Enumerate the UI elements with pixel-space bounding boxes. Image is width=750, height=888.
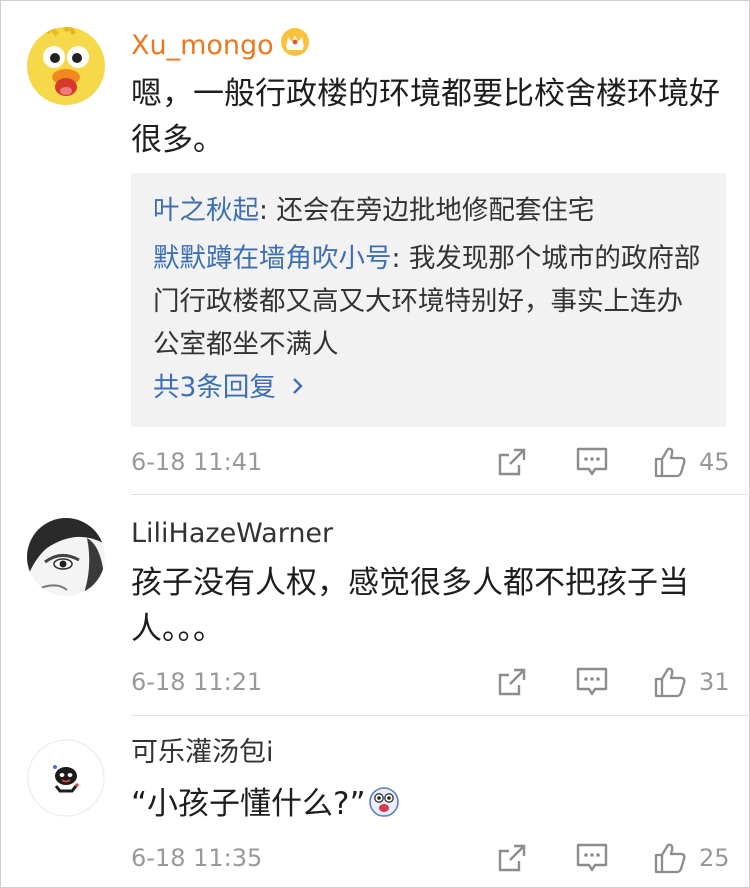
timestamp: 6-18 11:21 (131, 668, 263, 696)
avatar[interactable] (27, 739, 105, 817)
comment-meta: 6-18 11:41 45 (131, 444, 730, 480)
share-icon[interactable] (495, 841, 529, 875)
comment-divider (131, 494, 750, 495)
shocked-face-emoji-icon (368, 785, 400, 831)
comment-icon[interactable] (575, 445, 609, 479)
reply-item[interactable]: 叶之秋起: 还会在旁边批地修配套住宅 (153, 189, 708, 232)
comment-meta: 6-18 11:35 25 (131, 840, 730, 876)
username[interactable]: Xu_mongo (131, 27, 310, 66)
comment-icon[interactable] (575, 841, 609, 875)
username[interactable]: 可乐灌汤包i (131, 736, 274, 770)
timestamp: 6-18 11:35 (131, 844, 263, 872)
like-count: 25 (699, 844, 730, 872)
reply-text: : 还会在旁边批地修配套住宅 (259, 195, 595, 226)
like-count: 31 (699, 668, 730, 696)
reply-item[interactable]: 默默蹲在墙角吹小号: 我发现那个城市的政府部门行政楼都又高又大环境特别好，事实上… (153, 237, 708, 366)
comment-meta: 6-18 11:21 31 (131, 664, 730, 700)
avatar[interactable] (27, 518, 105, 596)
more-replies-label[interactable]: 共3条回复 (153, 372, 276, 403)
username[interactable]: LiliHazeWarner (131, 517, 333, 551)
thumbs-up-icon[interactable] (653, 665, 687, 699)
comment-text: “小孩子懂什么?” (131, 781, 721, 831)
like-count: 45 (699, 448, 730, 476)
crown-badge-icon (280, 27, 310, 66)
comment-divider (131, 715, 750, 716)
comment-text: 嗯，一般行政楼的环境都要比校舍楼环境好很多。 (131, 76, 720, 158)
chevron-right-icon (292, 369, 304, 405)
reply-username[interactable]: 默默蹲在墙角吹小号 (153, 243, 392, 274)
username-text[interactable]: Xu_mongo (131, 30, 274, 61)
comment-text-content: “小孩子懂什么?” (131, 786, 366, 822)
reply-username[interactable]: 叶之秋起 (153, 195, 259, 226)
comment-text: 孩子没有人权，感觉很多人都不把孩子当人。。。 (131, 565, 689, 647)
share-icon[interactable] (495, 665, 529, 699)
comment-list: Xu_mongo 嗯，一般行政楼的环境都要比校舍楼环境好很多。 叶之秋起: 还会… (0, 0, 750, 888)
reply-box[interactable]: 叶之秋起: 还会在旁边批地修配套住宅 默默蹲在墙角吹小号: 我发现那个城市的政府… (131, 173, 726, 427)
comment-icon[interactable] (575, 665, 609, 699)
thumbs-up-icon[interactable] (653, 841, 687, 875)
more-replies-link[interactable]: 共3条回复 (153, 369, 304, 406)
avatar[interactable] (27, 27, 105, 105)
thumbs-up-icon[interactable] (653, 445, 687, 479)
share-icon[interactable] (495, 445, 529, 479)
timestamp: 6-18 11:41 (131, 448, 263, 476)
